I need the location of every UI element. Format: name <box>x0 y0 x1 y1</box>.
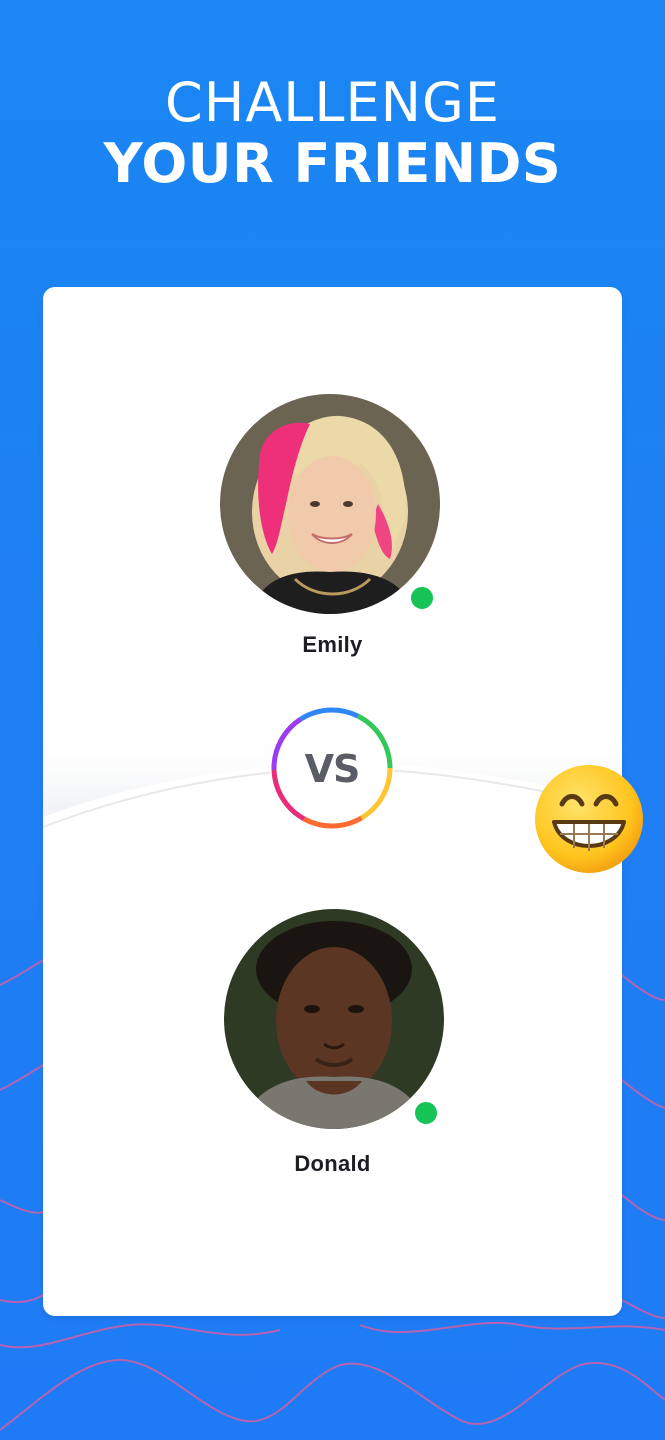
online-status-dot <box>412 1099 440 1127</box>
vs-label: VS <box>304 747 361 791</box>
headline-line1: CHALLENGE <box>165 71 500 134</box>
player-name-donald: Donald <box>294 1151 371 1176</box>
player-name-emily: Emily <box>302 632 363 657</box>
grinning-face-icon <box>532 762 646 876</box>
headline: CHALLENGE YOUR FRIENDS <box>0 72 665 194</box>
headline-line2: YOUR FRIENDS <box>103 132 562 195</box>
avatar <box>224 909 444 1129</box>
vs-badge: VS <box>267 703 397 833</box>
player-emily[interactable] <box>220 394 440 614</box>
online-status-dot <box>408 584 436 612</box>
player-donald[interactable] <box>224 909 444 1129</box>
avatar <box>220 394 440 614</box>
